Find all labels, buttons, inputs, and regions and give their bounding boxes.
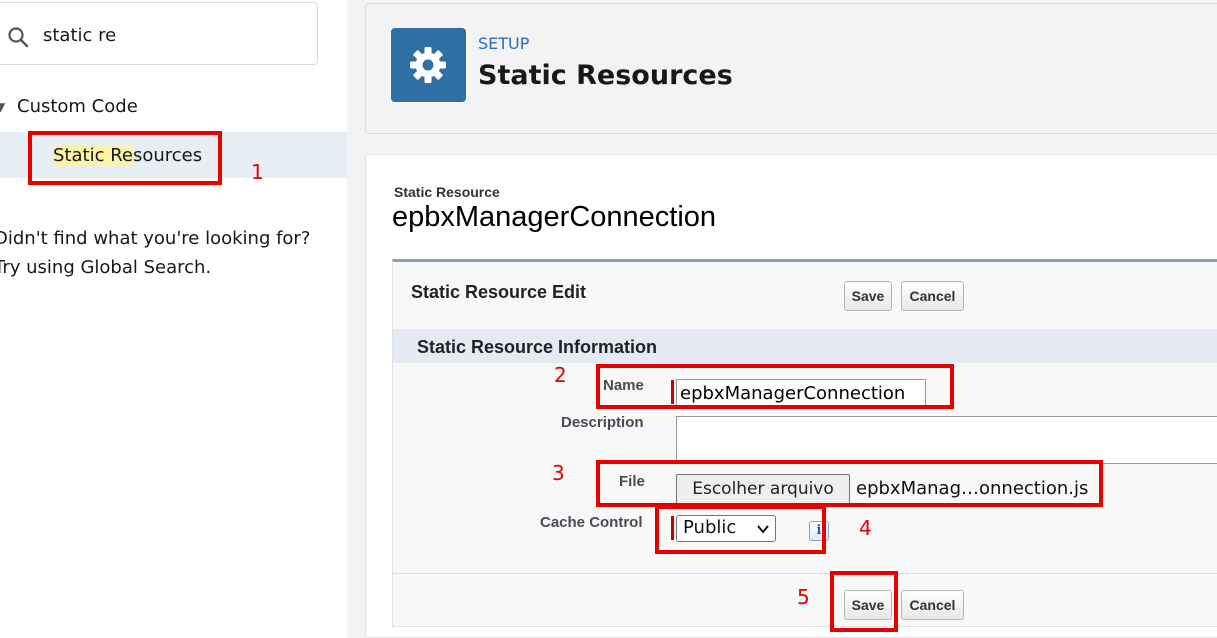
setup-tile [391, 28, 466, 102]
annotation-number: 3 [552, 461, 565, 485]
annotation-box [596, 460, 1103, 507]
setup-sidebar: ▼ Custom Code Static Resources Didn't fi… [0, 0, 347, 638]
no-results-line: Try using Global Search. [0, 257, 212, 278]
divider [393, 573, 1217, 574]
record-name: epbxManagerConnection [392, 201, 717, 233]
record-type-label: Static Resource [394, 184, 500, 200]
gear-icon [410, 47, 446, 83]
annotation-box [596, 364, 954, 409]
quick-find-input[interactable] [43, 21, 293, 49]
page-title: Static Resources [478, 60, 733, 91]
cancel-button-top[interactable]: Cancel [901, 281, 964, 311]
edit-form: Static Resource Edit Save Cancel Static … [392, 259, 1217, 627]
edit-form-title: Static Resource Edit [411, 282, 587, 302]
annotation-box [830, 571, 898, 632]
quick-find-box[interactable] [0, 2, 318, 65]
no-results-message: Didn't find what you're looking for? Try… [0, 224, 310, 282]
annotation-number: 5 [797, 585, 810, 609]
annotation-number: 4 [859, 516, 872, 540]
tree-item-label: Custom Code [17, 96, 138, 117]
description-label: Description [561, 414, 644, 431]
search-icon [8, 27, 29, 48]
cache-control-label: Cache Control [540, 514, 643, 531]
annotation-box [655, 505, 826, 554]
cancel-button-bottom[interactable]: Cancel [901, 590, 964, 620]
page-header: SETUP Static Resources [365, 3, 1217, 134]
annotation-box [28, 131, 222, 185]
description-field[interactable] [676, 416, 1217, 464]
no-results-line: Didn't find what you're looking for? [0, 228, 311, 249]
annotation-number: 1 [251, 160, 264, 184]
section-header: Static Resource Information [393, 329, 1217, 363]
chevron-down-icon[interactable]: ▼ [0, 100, 5, 114]
save-button-top[interactable]: Save [844, 281, 892, 311]
breadcrumb[interactable]: SETUP [478, 34, 529, 53]
section-title: Static Resource Information [417, 337, 658, 357]
annotation-number: 2 [554, 363, 567, 387]
